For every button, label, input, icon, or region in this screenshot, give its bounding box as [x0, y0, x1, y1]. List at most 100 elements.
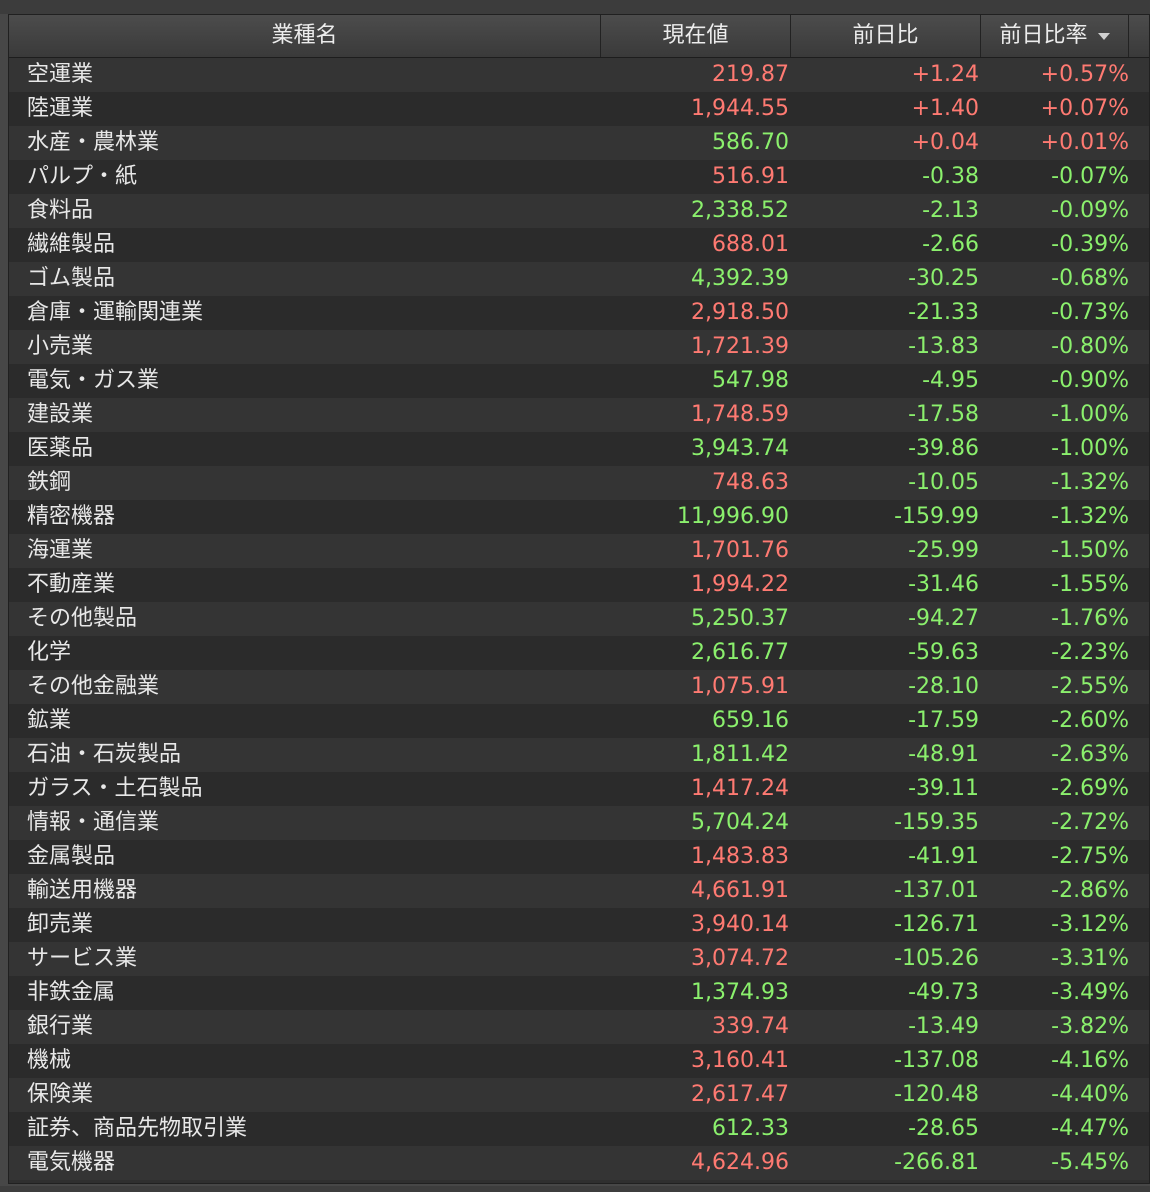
table-row[interactable]: 倉庫・運輸関連業 2,918.50 -21.33 -0.73%: [9, 296, 1149, 330]
day-change-pct: -1.32%: [1051, 504, 1129, 529]
day-change: -41.91: [908, 844, 979, 869]
table-row[interactable]: 建設業 1,748.59 -17.58 -1.00%: [9, 398, 1149, 432]
current-price: 11,996.90: [677, 504, 789, 529]
table-row[interactable]: 医薬品 3,943.74 -39.86 -1.00%: [9, 432, 1149, 466]
table-row[interactable]: 電気・ガス業 547.98 -4.95 -0.90%: [9, 364, 1149, 398]
day-change: -21.33: [908, 300, 979, 325]
table-row[interactable]: 陸運業 1,944.55 +1.40 +0.07%: [9, 92, 1149, 126]
table-row[interactable]: 水産・農林業 586.70 +0.04 +0.01%: [9, 126, 1149, 160]
column-header-price-label: 現在値: [662, 23, 729, 48]
bottom-edge: [0, 1186, 1150, 1192]
table-row[interactable]: ゴム製品 4,392.39 -30.25 -0.68%: [9, 262, 1149, 296]
sector-name: 証券、商品先物取引業: [27, 1116, 248, 1141]
sector-name: 倉庫・運輸関連業: [27, 300, 204, 325]
sector-name: 卸売業: [27, 912, 94, 937]
table-row[interactable]: 石油・石炭製品 1,811.42 -48.91 -2.63%: [9, 738, 1149, 772]
day-change-pct: -3.49%: [1051, 980, 1129, 1005]
table-row[interactable]: 空運業 219.87 +1.24 +0.57%: [9, 58, 1149, 92]
sector-name: 水産・農林業: [27, 130, 160, 155]
day-change-pct: -3.31%: [1051, 946, 1129, 971]
day-change: -59.63: [908, 640, 979, 665]
day-change-pct: -1.55%: [1051, 572, 1129, 597]
day-change-pct: -3.82%: [1051, 1014, 1129, 1039]
table-row[interactable]: 不動産業 1,994.22 -31.46 -1.55%: [9, 568, 1149, 602]
table-row[interactable]: 保険業 2,617.47 -120.48 -4.40%: [9, 1078, 1149, 1112]
table-row[interactable]: 電気機器 4,624.96 -266.81 -5.45%: [9, 1146, 1149, 1180]
table-row[interactable]: その他製品 5,250.37 -94.27 -1.76%: [9, 602, 1149, 636]
sector-name: 空運業: [27, 62, 94, 87]
current-price: 5,704.24: [691, 810, 789, 835]
table-row[interactable]: 鉱業 659.16 -17.59 -2.60%: [9, 704, 1149, 738]
current-price: 1,701.76: [691, 538, 789, 563]
table-row[interactable]: 鉄鋼 748.63 -10.05 -1.32%: [9, 466, 1149, 500]
table-row[interactable]: 繊維製品 688.01 -2.66 -0.39%: [9, 228, 1149, 262]
day-change: -126.71: [894, 912, 979, 937]
day-change-pct: -2.72%: [1051, 810, 1129, 835]
day-change-pct: -0.68%: [1051, 266, 1129, 291]
day-change-pct: +0.01%: [1040, 130, 1129, 155]
sector-name: 陸運業: [27, 96, 94, 121]
day-change: +1.24: [911, 62, 979, 87]
sector-name: 不動産業: [27, 572, 116, 597]
sector-name: 非鉄金属: [27, 980, 116, 1005]
table-row[interactable]: 金属製品 1,483.83 -41.91 -2.75%: [9, 840, 1149, 874]
table-row[interactable]: 機械 3,160.41 -137.08 -4.16%: [9, 1044, 1149, 1078]
current-price: 547.98: [712, 368, 789, 393]
sector-name: 鉱業: [27, 708, 72, 733]
current-price: 586.70: [712, 130, 789, 155]
column-header-spacer: [1129, 15, 1149, 57]
day-change: -120.48: [894, 1082, 979, 1107]
table-row[interactable]: サービス業 3,074.72 -105.26 -3.31%: [9, 942, 1149, 976]
table-row[interactable]: 輸送用機器 4,661.91 -137.01 -2.86%: [9, 874, 1149, 908]
day-change: -39.86: [908, 436, 979, 461]
column-header-pct[interactable]: 前日比率: [981, 15, 1129, 57]
sector-name: 鉄鋼: [27, 470, 72, 495]
table-row[interactable]: パルプ・紙 516.91 -0.38 -0.07%: [9, 160, 1149, 194]
current-price: 2,617.47: [691, 1082, 789, 1107]
current-price: 4,624.96: [691, 1150, 789, 1175]
table-row[interactable]: 海運業 1,701.76 -25.99 -1.50%: [9, 534, 1149, 568]
day-change-pct: -0.39%: [1051, 232, 1129, 257]
day-change: -17.58: [908, 402, 979, 427]
column-header-price[interactable]: 現在値: [601, 15, 791, 57]
column-header-change[interactable]: 前日比: [791, 15, 981, 57]
day-change: -266.81: [894, 1150, 979, 1175]
table-row[interactable]: 銀行業 339.74 -13.49 -3.82%: [9, 1010, 1149, 1044]
day-change-pct: -2.60%: [1051, 708, 1129, 733]
day-change: -28.10: [908, 674, 979, 699]
day-change-pct: -0.09%: [1051, 198, 1129, 223]
table-row[interactable]: 化学 2,616.77 -59.63 -2.23%: [9, 636, 1149, 670]
table-row[interactable]: ガラス・土石製品 1,417.24 -39.11 -2.69%: [9, 772, 1149, 806]
current-price: 1,483.83: [691, 844, 789, 869]
sector-name: ガラス・土石製品: [27, 776, 203, 801]
current-price: 1,721.39: [691, 334, 789, 359]
table-body: 空運業 219.87 +1.24 +0.57% 陸運業 1,944.55 +1.40 +0.0…: [9, 58, 1149, 1180]
sector-name: 電気機器: [27, 1150, 116, 1175]
sector-name: 精密機器: [27, 504, 116, 529]
table-row[interactable]: 食料品 2,338.52 -2.13 -0.09%: [9, 194, 1149, 228]
day-change-pct: -1.50%: [1051, 538, 1129, 563]
table-row[interactable]: 卸売業 3,940.14 -126.71 -3.12%: [9, 908, 1149, 942]
day-change-pct: -2.55%: [1051, 674, 1129, 699]
table-row[interactable]: 精密機器 11,996.90 -159.99 -1.32%: [9, 500, 1149, 534]
column-header-name[interactable]: 業種名: [9, 15, 601, 57]
current-price: 1,994.22: [691, 572, 789, 597]
table-row[interactable]: 非鉄金属 1,374.93 -49.73 -3.49%: [9, 976, 1149, 1010]
table-row[interactable]: その他金融業 1,075.91 -28.10 -2.55%: [9, 670, 1149, 704]
top-strip: [0, 0, 1150, 14]
column-header-pct-label: 前日比率: [999, 23, 1088, 48]
table-row[interactable]: 小売業 1,721.39 -13.83 -0.80%: [9, 330, 1149, 364]
sector-table: 業種名 現在値 前日比 前日比率 空運業 219.87 +1.24 +0.57% 陸運業…: [8, 14, 1150, 1184]
current-price: 3,943.74: [691, 436, 789, 461]
current-price: 659.16: [712, 708, 789, 733]
sector-name: 海運業: [27, 538, 94, 563]
current-price: 5,250.37: [691, 606, 789, 631]
sector-name: その他製品: [27, 606, 138, 631]
current-price: 1,374.93: [691, 980, 789, 1005]
sector-name: 機械: [27, 1048, 72, 1073]
table-row[interactable]: 情報・通信業 5,704.24 -159.35 -2.72%: [9, 806, 1149, 840]
day-change-pct: -2.86%: [1051, 878, 1129, 903]
day-change: -137.01: [894, 878, 979, 903]
current-price: 2,338.52: [691, 198, 789, 223]
table-row[interactable]: 証券、商品先物取引業 612.33 -28.65 -4.47%: [9, 1112, 1149, 1146]
